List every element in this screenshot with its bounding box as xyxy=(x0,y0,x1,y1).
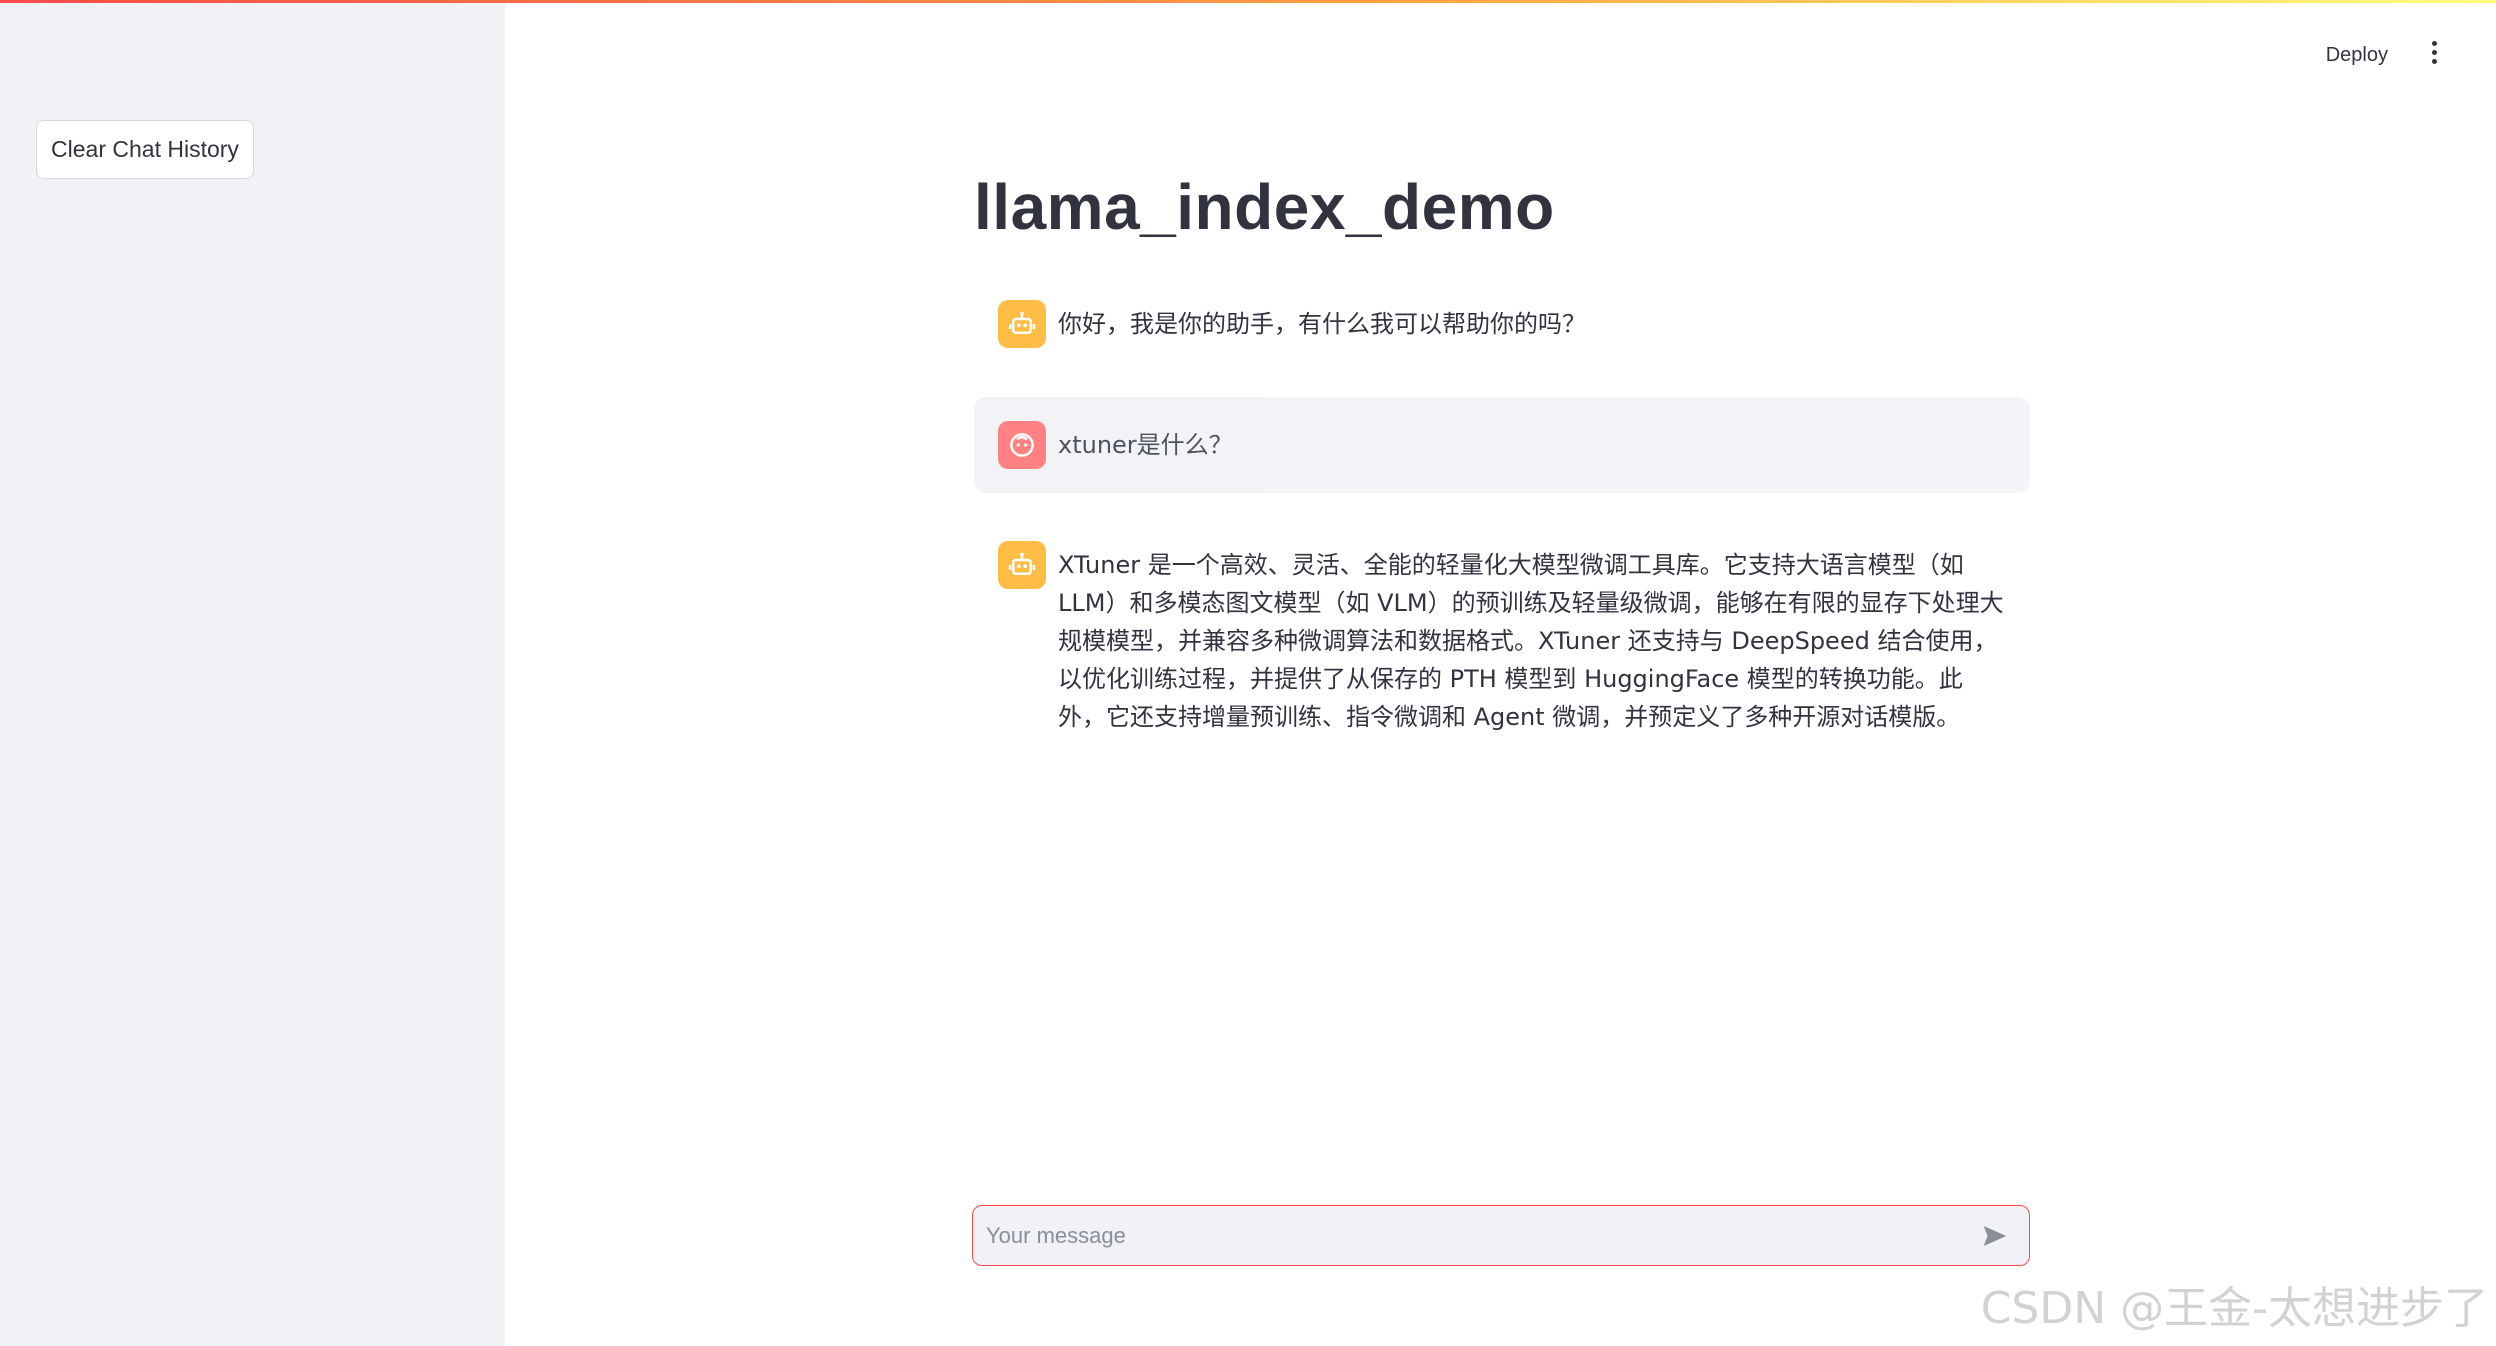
chat-message-assistant: XTuner 是一个高效、灵活、全能的轻量化大模型微调工具库。它支持大语言模型（… xyxy=(974,541,2030,736)
kebab-menu-icon[interactable] xyxy=(2422,36,2446,68)
chat-message-assistant: 你好，我是你的助手，有什么我可以帮助你的吗？ xyxy=(974,300,2030,348)
message-text: XTuner 是一个高效、灵活、全能的轻量化大模型微调工具库。它支持大语言模型（… xyxy=(1058,551,2004,731)
deploy-button[interactable]: Deploy xyxy=(2318,40,2396,71)
message-text: 你好，我是你的助手，有什么我可以帮助你的吗？ xyxy=(1058,310,1586,338)
message-text: xtuner是什么？ xyxy=(1058,431,1233,459)
send-icon[interactable] xyxy=(1975,1216,2015,1256)
chat-input-container xyxy=(972,1205,2030,1266)
robot-icon xyxy=(998,300,1046,348)
page-title: llama_index_demo xyxy=(974,171,1555,243)
clear-chat-history-button[interactable]: Clear Chat History xyxy=(36,120,254,179)
chat-message-user: xtuner是什么？ xyxy=(974,397,2030,493)
user-face-icon xyxy=(998,421,1046,469)
sidebar: Clear Chat History xyxy=(0,0,505,1346)
watermark: CSDN @王金-太想进步了 xyxy=(1980,1283,2488,1334)
robot-icon xyxy=(998,541,1046,589)
header-decoration-bar xyxy=(0,0,2496,3)
chat-input[interactable] xyxy=(973,1221,1975,1250)
